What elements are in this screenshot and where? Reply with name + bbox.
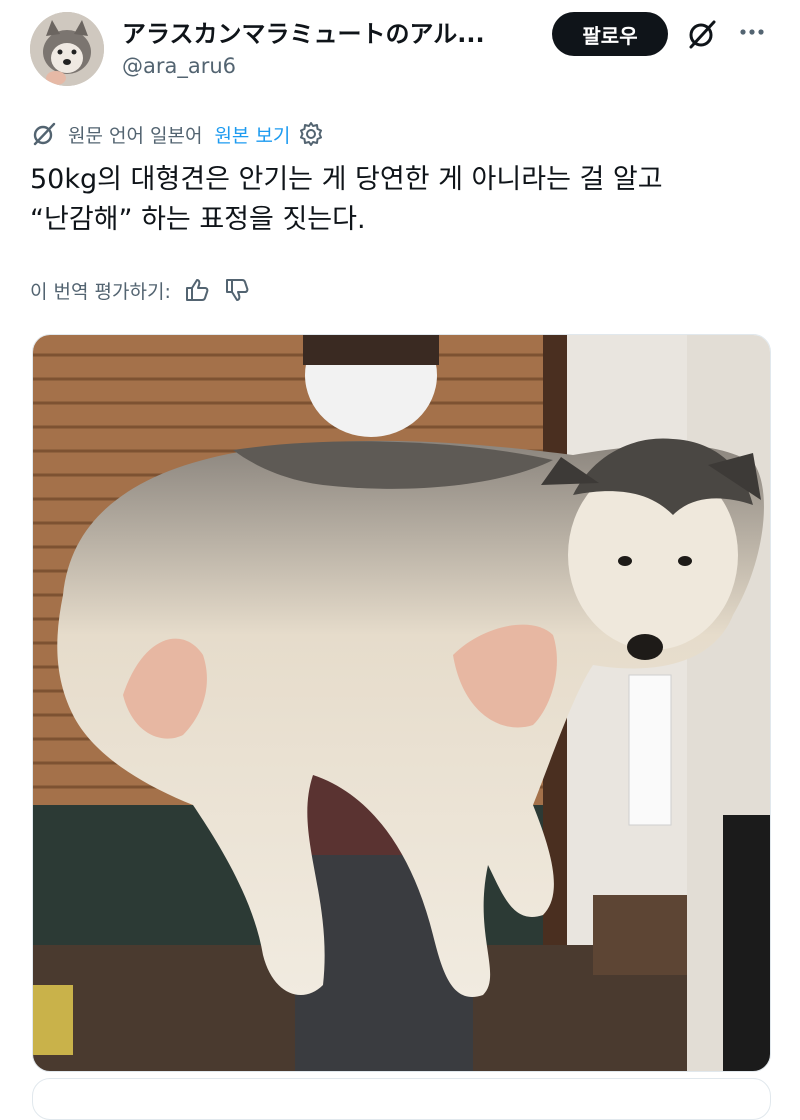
grok-icon: [30, 120, 58, 148]
grok-icon[interactable]: [684, 16, 720, 52]
thumbs-up-icon[interactable]: [183, 276, 211, 304]
tweet-photo[interactable]: [32, 334, 771, 1072]
rate-translation-label: 이 번역 평가하기:: [30, 280, 171, 303]
more-icon[interactable]: [738, 18, 766, 46]
tweet-header: アラスカンマラミュートのアル... @ara_aru6 팔로우: [0, 0, 800, 100]
bottom-card: [32, 1078, 771, 1120]
translation-info: 원문 언어 일본어 원본 보기: [30, 118, 324, 150]
thumbs-down-icon[interactable]: [223, 276, 251, 304]
source-language: 원문 언어 일본어: [68, 124, 203, 147]
rate-translation: 이 번역 평가하기:: [30, 272, 251, 308]
follow-button[interactable]: 팔로우: [552, 12, 668, 56]
tweet-text-line: “난감해” 하는 표정을 짓는다.: [30, 204, 366, 235]
avatar[interactable]: [30, 12, 104, 86]
view-original-link[interactable]: 원본 보기: [214, 121, 290, 148]
display-name[interactable]: アラスカンマラミュートのアル...: [122, 14, 522, 49]
tweet-text-line: 50kg의 대형견은 안기는 게 당연한 게 아니라는 걸 알고: [30, 164, 663, 195]
tweet-text: 50kg의 대형견은 안기는 게 당연한 게 아니라는 걸 알고 “난감해” 하…: [30, 160, 770, 240]
user-handle[interactable]: @ara_aru6: [122, 54, 236, 78]
gear-icon[interactable]: [298, 121, 324, 147]
